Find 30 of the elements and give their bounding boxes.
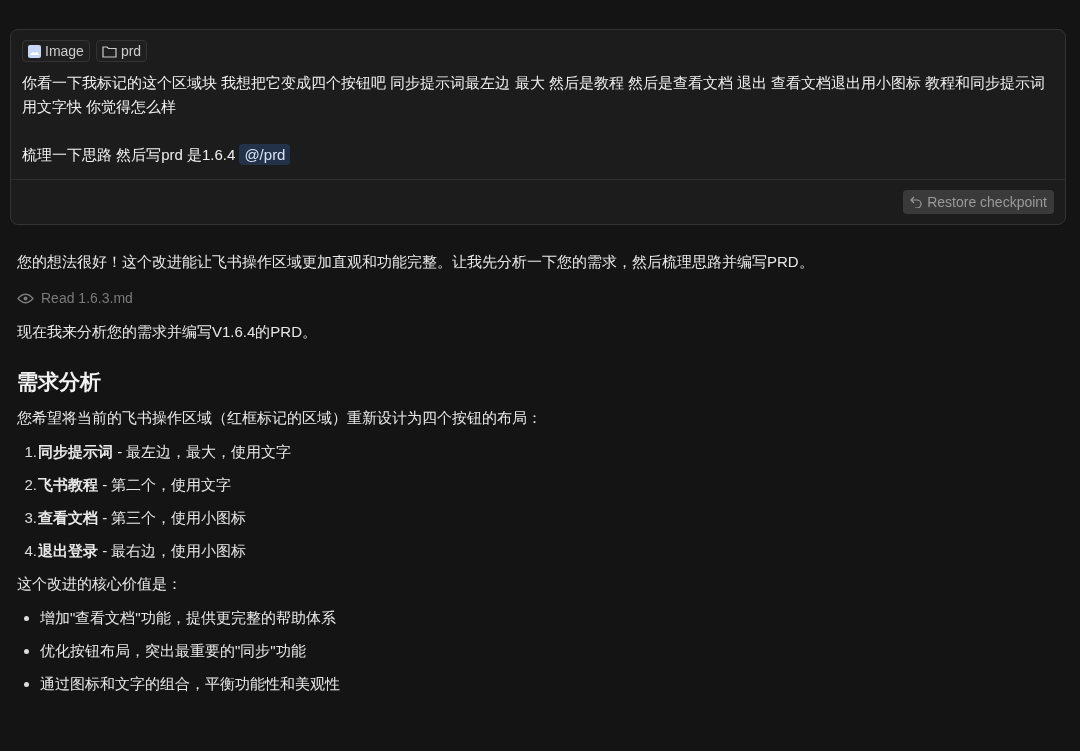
bullet-dot	[24, 681, 29, 687]
response-text: 您的想法很好！这个改进能让飞书操作区域更加直观和功能完整。让我先分析一下您的需求，然后梳理思路并编写PRD。	[17, 252, 815, 272]
tool-status-text: Read 1.6.3.md	[41, 290, 133, 306]
message-text: 你看一下我标记的这个区域块 我想把它变成四个按钮吧 同步提示词最左边 最大 然后是教程 然后是查看文档 退出 查看文档退出用小图标 教程和同步提示词用文字快 你觉得怎么样	[22, 73, 1047, 117]
list-item-text: 增加"查看文档"功能，提供更完整的帮助体系	[40, 608, 336, 628]
message-text: 梳理一下思路 然后写prd 是1.6.4	[22, 146, 236, 163]
list-item-text: 同步提示词 - 最左边，最大，使用文字	[38, 442, 292, 462]
bullet-dot	[24, 615, 29, 621]
list-item-text: 优化按钮布局，突出最重要的"同步"功能	[40, 641, 306, 661]
attachment-chip[interactable]: Image	[22, 40, 90, 62]
list-item-text: 通过图标和文字的组合，平衡功能性和美观性	[40, 674, 340, 694]
list-number: 2.	[23, 475, 37, 495]
mention-tag[interactable]: @/prd	[239, 144, 291, 165]
list-item-text: 查看文档 - 第三个，使用小图标	[38, 508, 247, 528]
restore-checkpoint-button[interactable]: Restore checkpoint	[903, 190, 1054, 214]
list-item-text: 飞书教程 - 第二个，使用文字	[38, 475, 232, 495]
attachment-chip[interactable]: prd	[95, 40, 148, 62]
bullet-dot	[24, 648, 29, 654]
folder-icon	[101, 44, 117, 58]
undo-icon	[910, 196, 923, 208]
list-number: 1.	[23, 442, 37, 462]
list-number: 3.	[23, 508, 37, 528]
list-item-text: 退出登录 - 最右边，使用小图标	[38, 541, 247, 561]
response-text: 这个改进的核心价值是：	[17, 574, 183, 594]
eye-icon	[17, 292, 34, 304]
response-text: 您希望将当前的飞书操作区域（红框标记的区域）重新设计为四个按钮的布局：	[17, 408, 543, 428]
section-heading: 需求分析	[17, 369, 102, 395]
image-icon	[28, 44, 41, 58]
list-number: 4.	[23, 541, 37, 561]
response-text: 现在我来分析您的需求并编写V1.6.4的PRD。	[17, 322, 319, 342]
